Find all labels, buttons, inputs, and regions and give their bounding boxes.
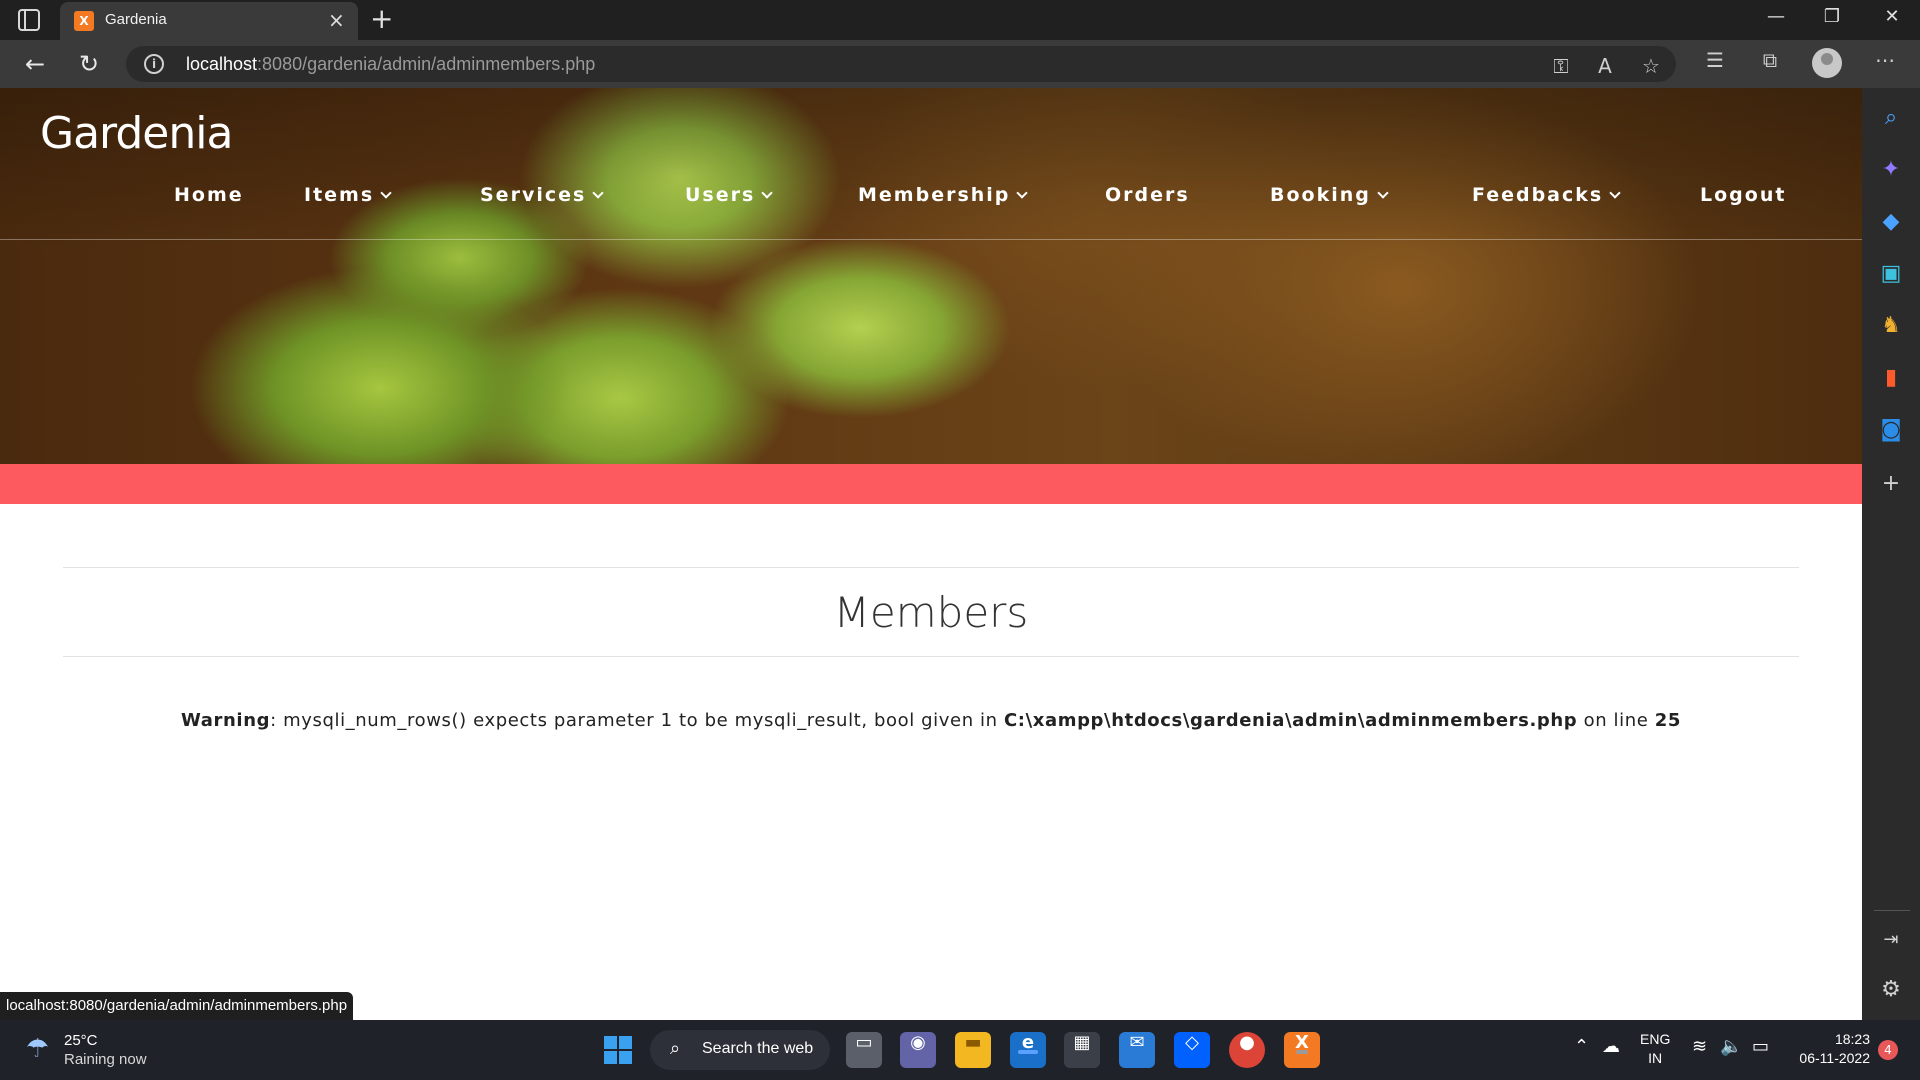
edge-sidebar: ⌕ ✦ ◆ ▣ ♞ ▮ ◙ + ⇥ ⚙ [1862,88,1920,1020]
sidebar-divider [1874,910,1910,911]
settings-gear-icon[interactable]: ⚙ [1877,976,1905,1004]
favorites-icon[interactable]: ☰ [1700,48,1730,72]
office-icon[interactable]: ▮ [1877,364,1905,392]
chevron-down-icon [1377,187,1389,199]
warning-message: : mysqli_num_rows() expects parameter 1 … [270,710,1004,731]
teams-chat-icon[interactable]: ◉ [900,1032,936,1068]
nav-booking[interactable]: Booking [1270,184,1389,206]
search-label: Search the web [702,1040,814,1057]
browser-tab[interactable]: X Gardenia × [60,2,358,40]
site-logo[interactable]: Gardenia [40,108,233,159]
xampp-running-indicator [1296,1050,1308,1054]
search-icon: ⌕ [670,1038,681,1059]
warning-on-line: on line [1577,710,1655,731]
add-sidebar-icon[interactable]: + [1877,470,1905,498]
nav-services[interactable]: Services [480,184,604,206]
window-close-icon[interactable]: ✕ [1872,6,1912,27]
edge-active-indicator [1018,1050,1038,1054]
wifi-icon[interactable]: ≋ [1692,1036,1707,1057]
restore-icon[interactable]: ❐ [1812,6,1852,27]
battery-icon[interactable]: ▭ [1752,1036,1769,1057]
shopping-tag-icon[interactable]: ◆ [1877,208,1905,236]
chevron-down-icon [380,187,392,199]
show-hidden-icons-chevron-icon[interactable]: ⌃ [1574,1036,1589,1057]
address-bar[interactable]: i localhost:8080/gardenia/admin/adminmem… [126,46,1676,82]
main-nav: Home Items Services Users Membership Ord… [0,184,1862,232]
new-tab-icon[interactable]: + [370,4,393,34]
mail-icon[interactable]: ✉ [1119,1032,1155,1068]
key-icon[interactable]: ⚿ [1546,54,1576,78]
chrome-icon[interactable]: ● [1229,1032,1265,1068]
browser-tab-bar: X Gardenia × + — ❐ ✕ [0,0,1920,40]
windows-start-icon[interactable] [604,1036,632,1064]
site-info-icon[interactable]: i [144,54,164,74]
copilot-icon[interactable]: ✦ [1877,156,1905,184]
warning-path: C:\xampp\htdocs\gardenia\admin\adminmemb… [1003,710,1578,731]
nav-divider [0,239,1862,240]
taskbar: ☂ 25°C Raining now ⌕ Search the web ▭ ◉ … [0,1020,1920,1080]
search-icon[interactable]: ⌕ [1877,104,1905,132]
warning-label: Warning [180,710,271,731]
chevron-down-icon [592,187,604,199]
warning-line-number: 25 [1654,710,1682,731]
page-viewport: Gardenia Home Items Services Users Membe… [0,88,1862,1020]
accent-stripe [0,464,1862,504]
hide-sidebar-icon[interactable]: ⇥ [1877,926,1905,954]
nav-membership[interactable]: Membership [858,184,1029,206]
title-rule-top [63,567,1799,568]
weather-condition[interactable]: Raining now [64,1051,147,1068]
tab-title: Gardenia [105,11,167,28]
minimize-icon[interactable]: — [1756,6,1796,27]
refresh-icon[interactable]: ↻ [72,48,106,80]
nav-orders[interactable]: Orders [1105,184,1190,206]
url-text[interactable]: localhost:8080/gardenia/admin/adminmembe… [186,54,595,75]
add-favorite-icon[interactable]: ☆ [1636,54,1666,78]
outlook-icon[interactable]: ◙ [1877,416,1905,444]
notification-badge[interactable]: 4 [1878,1040,1898,1060]
rain-umbrella-icon[interactable]: ☂ [26,1034,49,1064]
chevron-down-icon [1016,187,1029,199]
title-rule-bottom [63,656,1799,657]
file-explorer-icon[interactable]: ▬ [955,1032,991,1068]
php-warning: Warning: mysqli_num_rows() expects param… [0,710,1862,731]
address-toolbar: ← ↻ i localhost:8080/gardenia/admin/admi… [0,40,1920,88]
language-indicator[interactable]: ENG IN [1640,1030,1670,1068]
status-bar-url: localhost:8080/gardenia/admin/adminmembe… [0,992,354,1020]
task-view-icon[interactable]: ▭ [846,1032,882,1068]
onedrive-cloud-icon[interactable]: ☁ [1602,1036,1620,1057]
xampp-favicon-icon: X [74,11,94,31]
page-title: Members [833,588,1029,637]
games-icon[interactable]: ♞ [1877,312,1905,340]
nav-users[interactable]: Users [685,184,773,206]
back-arrow-icon[interactable]: ← [18,48,52,80]
read-aloud-icon[interactable]: A [1590,54,1620,78]
profile-avatar[interactable] [1812,48,1842,78]
tools-icon[interactable]: ▣ [1877,260,1905,288]
chevron-down-icon [1609,187,1621,199]
nav-items[interactable]: Items [304,184,392,206]
more-options-icon[interactable]: ⋯ [1870,48,1900,72]
tab-actions-icon[interactable] [18,9,40,31]
nav-home[interactable]: Home [174,184,244,206]
nav-logout[interactable]: Logout [1700,184,1786,206]
taskbar-search[interactable]: ⌕ Search the web [650,1030,830,1070]
weather-temp[interactable]: 25°C [64,1032,98,1049]
chevron-down-icon [761,187,773,199]
volume-icon[interactable]: 🔈 [1720,1036,1742,1057]
nav-feedbacks[interactable]: Feedbacks [1472,184,1621,206]
dropbox-icon[interactable]: ◇ [1174,1032,1210,1068]
collections-icon[interactable]: ⧉ [1755,48,1785,72]
microsoft-store-icon[interactable]: ▦ [1064,1032,1100,1068]
close-tab-icon[interactable]: × [328,9,345,31]
clock[interactable]: 18:23 06-11-2022 [1790,1030,1870,1068]
